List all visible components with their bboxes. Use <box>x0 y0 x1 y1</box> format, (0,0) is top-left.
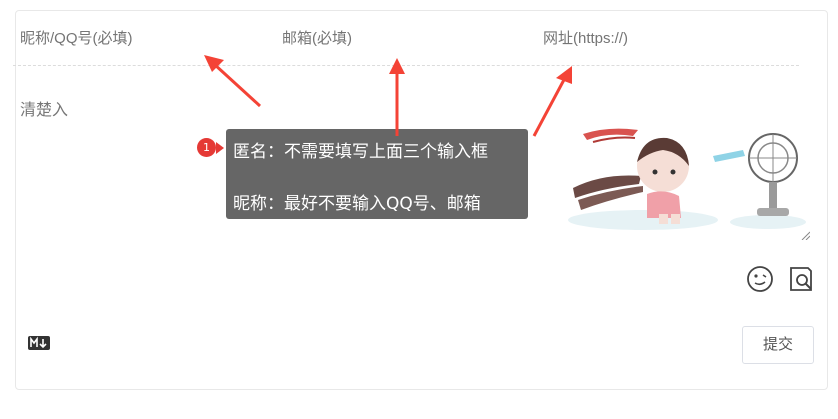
email-input[interactable] <box>282 18 532 60</box>
preview-icon[interactable] <box>786 264 816 294</box>
hint-tooltip: 匿名：不需要填写上面三个输入框 昵称：最好不要输入QQ号、邮箱 <box>226 129 528 219</box>
badge-pointer <box>216 142 224 154</box>
resize-grip-icon[interactable] <box>800 230 810 240</box>
fan-girl-illustration <box>568 128 806 230</box>
step-badge: 1 <box>197 138 216 157</box>
emoji-icon[interactable] <box>745 264 775 294</box>
tooltip-line-anonymous: 匿名：不需要填写上面三个输入框 <box>233 142 488 162</box>
comment-header-fields <box>13 18 799 66</box>
url-input[interactable] <box>543 18 793 60</box>
submit-button[interactable]: 提交 <box>742 326 814 364</box>
nick-input[interactable] <box>20 18 270 60</box>
markdown-icon[interactable] <box>28 336 50 350</box>
tooltip-line-nickname: 昵称：最好不要输入QQ号、邮箱 <box>233 194 481 214</box>
